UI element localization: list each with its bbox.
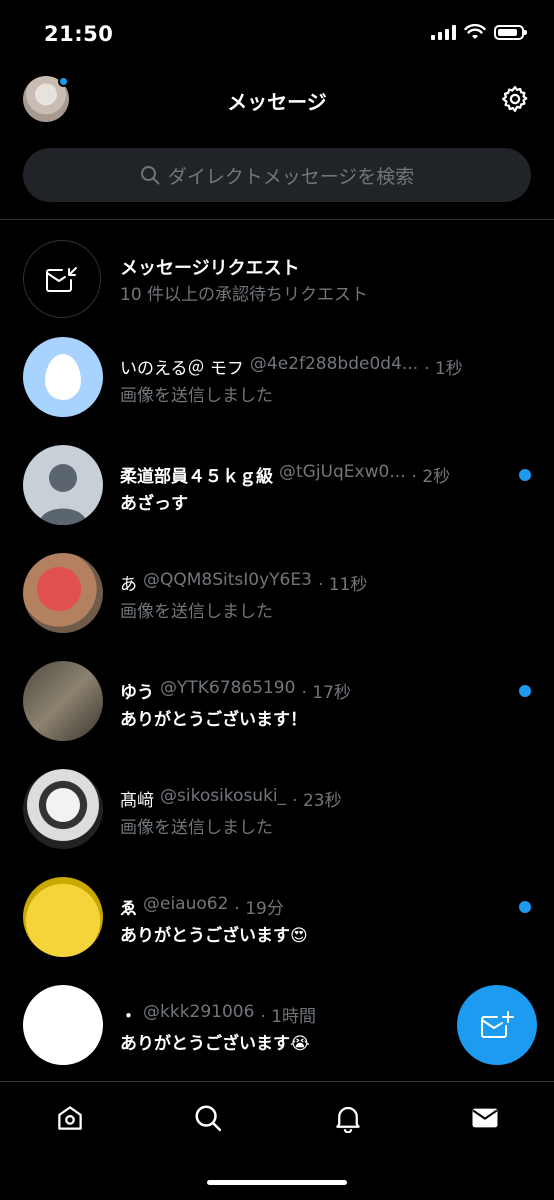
conversation-time: · 19分 (234, 899, 284, 919)
conversation-name: ゆう (120, 683, 154, 703)
status-time: 21:50 (44, 22, 114, 46)
avatar[interactable] (23, 337, 103, 417)
unread-dot (519, 901, 531, 913)
conversation-time: · 1時間 (260, 1007, 317, 1027)
conversation-time: · 17秒 (301, 683, 351, 703)
requests-title: メッセージリクエスト (120, 258, 300, 279)
conversation-name: あ (120, 575, 137, 595)
conversation-preview: 画像を送信しました (120, 386, 273, 406)
avatar[interactable] (23, 769, 103, 849)
request-icon-circle (23, 240, 101, 318)
search-icon (195, 1105, 222, 1132)
conversation-handle: @QQM8SitsI0yY6E3 (143, 570, 312, 590)
search-placeholder: ダイレクトメッセージを検索 (167, 165, 415, 188)
unread-dot (519, 685, 531, 697)
divider (0, 219, 554, 220)
battery-level (498, 28, 517, 36)
conversation-row[interactable]: ゑ @eiauo62 · 19分 ありがとうございます😍 (0, 865, 554, 973)
conversation-handle: @YTK67865190 (160, 678, 296, 698)
conversation-row[interactable]: ゆう @YTK67865190 · 17秒 ありがとうございます！ (0, 649, 554, 757)
bell-icon (336, 1106, 360, 1133)
conversation-time: · 23秒 (292, 791, 342, 811)
search-input[interactable]: ダイレクトメッセージを検索 (23, 148, 531, 202)
conversation-name: いのえる＠ モフ (120, 359, 244, 379)
conversation-preview: ありがとうございます😍 (120, 926, 308, 946)
default-avatar-icon (39, 464, 87, 525)
home-indicator (207, 1180, 347, 1185)
nav-home[interactable] (52, 1100, 88, 1136)
conversation-list: いのえる＠ モフ @4e2f288bde0d4... · 1秒 画像を送信しました … (0, 325, 554, 1081)
conversation-preview: 画像を送信しました (120, 602, 273, 622)
conversation-preview: ありがとうございます！ (120, 710, 307, 730)
home-icon (58, 1106, 82, 1130)
unread-dot (519, 469, 531, 481)
conversation-time: · 11秒 (317, 575, 368, 595)
avatar[interactable] (23, 445, 103, 525)
egg-avatar-icon (45, 354, 81, 400)
page-title: メッセージ (227, 90, 327, 114)
mail-icon (472, 1108, 498, 1128)
avatar[interactable] (23, 661, 103, 741)
conversation-time: · 2秒 (411, 467, 451, 487)
new-message-icon (481, 1011, 514, 1038)
wifi-icon (464, 24, 486, 39)
nav-messages[interactable] (467, 1100, 503, 1136)
conversation-row[interactable]: 髙﨑 @sikosikosuki_ · 23秒 画像を送信しました (0, 757, 554, 865)
status-bar: 21:50 (0, 0, 554, 64)
conversation-name: ・ (120, 1007, 137, 1027)
nav-search[interactable] (190, 1100, 226, 1136)
mail-arrow-icon (46, 267, 77, 292)
conversation-handle: @kkk291006 (143, 1002, 255, 1022)
conversation-row[interactable]: あ @QQM8SitsI0yY6E3 · 11秒 画像を送信しました (0, 541, 554, 649)
conversation-preview: あざっす (120, 494, 188, 514)
requests-subtitle: 10 件以上の承認待ちリクエスト (120, 285, 369, 305)
conversation-row[interactable]: いのえる＠ モフ @4e2f288bde0d4... · 1秒 画像を送信しました (0, 325, 554, 433)
cellular-signal-icon (431, 24, 456, 40)
battery-icon (494, 24, 527, 40)
status-icons (431, 24, 527, 40)
conversation-handle: @tGjUqExw0... (279, 462, 406, 482)
avatar[interactable] (23, 553, 103, 633)
conversation-preview: ありがとうございます😭 (120, 1034, 310, 1054)
conversation-row[interactable]: 柔道部員４５ｋｇ級 @tGjUqExw0... · 2秒 あざっす (0, 433, 554, 541)
conversation-name: ゑ (120, 899, 137, 919)
avatar[interactable] (23, 985, 103, 1065)
conversation-preview: 画像を送信しました (120, 818, 273, 838)
avatar[interactable] (23, 877, 103, 957)
new-message-button[interactable] (457, 985, 537, 1065)
conversation-name: 柔道部員４５ｋｇ級 (120, 467, 273, 487)
nav-notifications[interactable] (330, 1100, 366, 1136)
conversation-name: 髙﨑 (120, 791, 154, 811)
settings-button[interactable] (500, 84, 530, 114)
search-icon (140, 166, 160, 185)
conversation-handle: @4e2f288bde0d4... (249, 354, 419, 374)
conversation-handle: @sikosikosuki_ (160, 786, 287, 806)
header: メッセージ (0, 64, 554, 134)
conversation-handle: @eiauo62 (143, 894, 229, 914)
gear-icon (502, 86, 528, 112)
message-requests-row[interactable]: メッセージリクエスト 10 件以上の承認待ちリクエスト (0, 228, 554, 328)
conversation-time: · 1秒 (424, 359, 463, 379)
